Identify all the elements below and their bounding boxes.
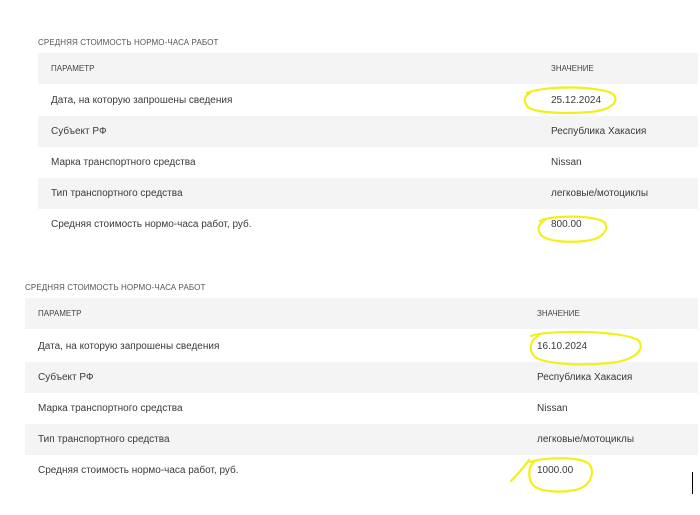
table-title: СРЕДНЯЯ СТОИМОСТЬ НОРМО-ЧАСА РАБОТ: [25, 283, 206, 292]
row-param: Субъект РФ: [51, 126, 107, 137]
row-value: легковые/мотоциклы: [551, 188, 649, 199]
rate-table-1: СРЕДНЯЯ СТОИМОСТЬ НОРМО-ЧАСА РАБОТ ПАРАМ…: [38, 35, 698, 245]
row-value: 1000.00: [537, 465, 574, 476]
table-row: Дата, на которую запрошены сведения 16.1…: [25, 331, 698, 362]
table-row: Субъект РФ Республика Хакасия: [25, 362, 698, 393]
row-param: Субъект РФ: [38, 372, 94, 383]
text-cursor: [692, 472, 693, 494]
row-value: 25.12.2024: [551, 95, 602, 106]
rate-table-2: СРЕДНЯЯ СТОИМОСТЬ НОРМО-ЧАСА РАБОТ ПАРАМ…: [25, 280, 698, 495]
row-param: Дата, на которую запрошены сведения: [51, 95, 233, 106]
row-value: Nissan: [551, 157, 582, 168]
table-header-row: ПАРАМЕТР ЗНАЧЕНИЕ: [25, 298, 698, 329]
row-param: Марка транспортного средства: [38, 403, 183, 414]
row-param: Тип транспортного средства: [51, 188, 183, 199]
table-row: Субъект РФ Республика Хакасия: [38, 116, 698, 147]
table-row: Тип транспортного средства легковые/мото…: [25, 424, 698, 455]
row-value: 800.00: [551, 219, 582, 230]
header-param: ПАРАМЕТР: [38, 309, 82, 318]
table-row: Средняя стоимость нормо-часа работ, руб.…: [38, 209, 698, 240]
table-title: СРЕДНЯЯ СТОИМОСТЬ НОРМО-ЧАСА РАБОТ: [38, 38, 219, 47]
data-table: ПАРАМЕТР ЗНАЧЕНИЕ Дата, на которую запро…: [38, 53, 698, 245]
row-value: Республика Хакасия: [537, 372, 633, 383]
row-value: Республика Хакасия: [551, 126, 647, 137]
row-param: Марка транспортного средства: [51, 157, 196, 168]
row-param: Средняя стоимость нормо-часа работ, руб.: [51, 219, 252, 230]
row-param: Средняя стоимость нормо-часа работ, руб.: [38, 465, 239, 476]
row-value: легковые/мотоциклы: [537, 434, 635, 445]
table-row: Марка транспортного средства Nissan: [25, 393, 698, 424]
header-param: ПАРАМЕТР: [51, 64, 95, 73]
data-table: ПАРАМЕТР ЗНАЧЕНИЕ Дата, на которую запро…: [25, 298, 698, 493]
table-row: Тип транспортного средства легковые/мото…: [38, 178, 698, 209]
row-value: 16.10.2024: [537, 341, 588, 352]
table-row: Марка транспортного средства Nissan: [38, 147, 698, 178]
table-row: Дата, на которую запрошены сведения 25.1…: [38, 85, 698, 116]
table-header-row: ПАРАМЕТР ЗНАЧЕНИЕ: [38, 53, 698, 84]
row-param: Дата, на которую запрошены сведения: [38, 341, 220, 352]
header-value: ЗНАЧЕНИЕ: [537, 309, 580, 318]
row-param: Тип транспортного средства: [38, 434, 170, 445]
header-value: ЗНАЧЕНИЕ: [551, 64, 594, 73]
table-row: Средняя стоимость нормо-часа работ, руб.…: [25, 455, 698, 486]
row-value: Nissan: [537, 403, 568, 414]
